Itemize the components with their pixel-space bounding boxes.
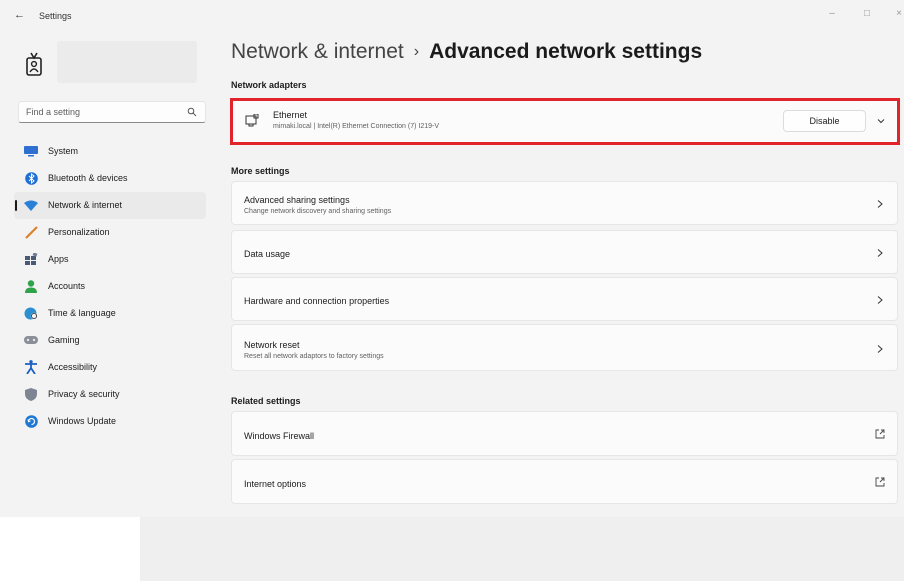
sidebar-item-label: Network & internet: [48, 200, 123, 210]
wifi-icon: [24, 198, 38, 212]
chevron-right-icon: [877, 296, 883, 304]
external-link-icon: [875, 429, 885, 439]
back-button[interactable]: ←: [14, 9, 25, 21]
advanced-sharing-settings-card[interactable]: Advanced sharing settings Change network…: [231, 181, 898, 225]
sidebar-item-label: Bluetooth & devices: [48, 173, 128, 183]
internet-options-card[interactable]: Internet options: [231, 459, 898, 504]
sidebar-item-label: Windows Update: [48, 416, 117, 426]
chevron-right-icon: [877, 249, 883, 257]
sidebar-item-label: Accessibility: [48, 362, 98, 372]
card-title: Hardware and connection properties: [244, 296, 390, 306]
settings-window: ← Settings – □ × System: [0, 0, 904, 581]
section-heading-more-settings: More settings: [231, 166, 290, 176]
search-box[interactable]: [18, 101, 206, 123]
breadcrumb: Network & internet › Advanced network sett…: [231, 40, 702, 64]
sidebar-item-personalization[interactable]: Personalization: [14, 219, 206, 246]
sidebar-item-gaming[interactable]: Gaming: [14, 327, 206, 354]
card-title: Windows Firewall: [244, 431, 315, 441]
sidebar-nav: System Bluetooth & devices Network & int…: [14, 138, 206, 435]
maximize-button[interactable]: □: [857, 8, 877, 19]
bluetooth-icon: [24, 171, 38, 185]
id-badge-icon: [26, 52, 42, 76]
sidebar-item-label: Privacy & security: [48, 389, 120, 399]
sidebar-item-label: Gaming: [48, 335, 80, 345]
sidebar-item-label: Time & language: [48, 308, 116, 318]
monitor-icon: [24, 144, 38, 158]
bottom-area: [140, 517, 904, 581]
card-subtitle: Reset all network adaptors to factory se…: [244, 353, 384, 360]
windows-firewall-card[interactable]: Windows Firewall: [231, 411, 898, 456]
chevron-right-icon: [877, 345, 883, 353]
breadcrumb-parent[interactable]: Network & internet: [231, 40, 404, 63]
sidebar-item-accessibility[interactable]: Accessibility: [14, 354, 206, 381]
ethernet-adapter-card[interactable]: Ethernet mimaki.local | Intel(R) Etherne…: [230, 98, 900, 145]
avatar[interactable]: [20, 50, 48, 78]
chevron-down-icon[interactable]: [875, 115, 887, 127]
sidebar-item-accounts[interactable]: Accounts: [14, 273, 206, 300]
active-indicator: [15, 200, 17, 211]
minimize-button[interactable]: –: [822, 8, 842, 19]
card-title: Advanced sharing settings: [244, 195, 350, 205]
person-icon: [24, 279, 38, 293]
app-title: Settings: [39, 11, 72, 21]
sidebar-item-privacy[interactable]: Privacy & security: [14, 381, 206, 408]
page-title: Advanced network settings: [429, 40, 703, 63]
sidebar-item-apps[interactable]: Apps: [14, 246, 206, 273]
chevron-right-icon: [877, 200, 883, 208]
hardware-connection-properties-card[interactable]: Hardware and connection properties: [231, 277, 898, 321]
bottom-left-area: [0, 517, 140, 581]
sidebar-item-network[interactable]: Network & internet: [14, 192, 206, 219]
sidebar-item-bluetooth[interactable]: Bluetooth & devices: [14, 165, 206, 192]
network-reset-card[interactable]: Network reset Reset all network adaptors…: [231, 324, 898, 371]
sidebar-item-system[interactable]: System: [14, 138, 206, 165]
account-card[interactable]: [57, 41, 197, 83]
search-icon[interactable]: [187, 107, 197, 117]
breadcrumb-separator: ›: [413, 43, 420, 60]
disable-button[interactable]: Disable: [783, 110, 866, 132]
card-subtitle: Change network discovery and sharing set…: [244, 208, 392, 215]
external-link-icon: [875, 477, 885, 487]
sidebar-item-label: Apps: [48, 254, 69, 264]
update-icon: [24, 414, 38, 428]
adapter-name: Ethernet: [273, 110, 308, 120]
section-heading-network-adapters: Network adapters: [231, 80, 307, 90]
card-title: Data usage: [244, 249, 291, 259]
close-button[interactable]: ×: [889, 8, 904, 19]
ethernet-icon: [245, 114, 259, 127]
sidebar-item-time-language[interactable]: Time & language: [14, 300, 206, 327]
sidebar-item-label: Personalization: [48, 227, 110, 237]
section-heading-related-settings: Related settings: [231, 396, 301, 406]
sidebar-item-windows-update[interactable]: Windows Update: [14, 408, 206, 435]
gamepad-icon: [24, 333, 38, 347]
search-input[interactable]: [26, 107, 186, 117]
apps-icon: [24, 252, 38, 266]
accessibility-icon: [24, 360, 38, 374]
globe-clock-icon: [24, 306, 38, 320]
sidebar-item-label: System: [48, 146, 79, 156]
data-usage-card[interactable]: Data usage: [231, 230, 898, 274]
card-title: Internet options: [244, 479, 307, 489]
brush-icon: [24, 225, 38, 239]
title-bar: ← Settings – □ ×: [0, 0, 904, 30]
sidebar-item-label: Accounts: [48, 281, 86, 291]
shield-icon: [24, 387, 38, 401]
card-title: Network reset: [244, 340, 300, 350]
adapter-description: mimaki.local | Intel(R) Ethernet Connect…: [273, 123, 439, 130]
